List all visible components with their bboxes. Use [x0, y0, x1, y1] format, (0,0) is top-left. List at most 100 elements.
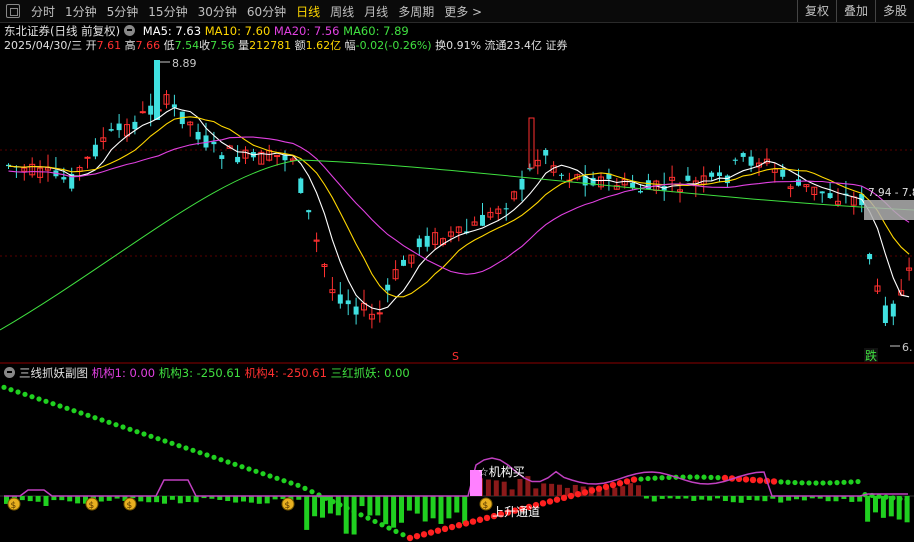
- sub-dot: [120, 424, 126, 430]
- sub-dot: [358, 512, 364, 518]
- candle-body: [717, 172, 722, 176]
- sub-dot: [197, 450, 203, 456]
- sub-bar: [628, 483, 634, 496]
- ma20-line: [8, 136, 910, 275]
- sub-dot: [260, 471, 266, 477]
- sub-dot: [652, 475, 658, 481]
- candle-body: [219, 155, 225, 159]
- sub-dot: [553, 496, 561, 503]
- candle-body: [211, 141, 217, 145]
- sub-bar: [754, 496, 760, 501]
- sub-bar: [248, 496, 254, 503]
- candle-body: [61, 177, 67, 180]
- sub-dot: [483, 514, 491, 522]
- moving-averages: [0, 107, 914, 331]
- sub-dot: [148, 433, 154, 439]
- candle-body: [148, 105, 154, 115]
- sub-dot: [560, 494, 568, 502]
- coin-icon-glyph: $: [89, 501, 95, 511]
- sub-dot: [581, 489, 589, 496]
- low-marker-label: 6.: [902, 341, 913, 354]
- sub-dot: [57, 403, 63, 409]
- sub-bar: [67, 496, 73, 502]
- sub-bar: [327, 496, 333, 514]
- candle-body: [528, 117, 535, 169]
- sub-bar: [825, 496, 831, 502]
- sub-dot: [434, 527, 442, 534]
- sub-bar: [406, 496, 412, 511]
- candle-body: [480, 214, 485, 226]
- sub-dot: [43, 398, 49, 404]
- sub-dot: [155, 436, 161, 442]
- sub-dot: [386, 525, 392, 531]
- candle-body: [116, 123, 122, 131]
- coin-icon-glyph: $: [285, 501, 291, 511]
- candles-group: [6, 60, 913, 329]
- signal-s: S: [452, 350, 459, 363]
- sub-bar: [533, 488, 539, 496]
- sub-dot: [1, 384, 7, 390]
- sub-dot: [337, 502, 343, 508]
- uptrend-label: 上升通道: [492, 505, 540, 519]
- sub-bar: [730, 496, 736, 503]
- sub-bar: [636, 485, 641, 496]
- sub-dot: [162, 438, 168, 444]
- sub-dot: [813, 480, 819, 486]
- sub-dot: [92, 415, 98, 421]
- sub-bar: [256, 496, 262, 504]
- sub-bar: [343, 496, 349, 534]
- sub-bar: [620, 486, 626, 496]
- candle-body: [337, 294, 343, 304]
- sub-bar: [438, 496, 444, 524]
- sub-bar: [241, 496, 246, 502]
- sub-bar: [162, 496, 167, 504]
- sub-dot: [183, 445, 189, 451]
- candle-body: [282, 155, 288, 161]
- sub-dot: [448, 523, 456, 531]
- sub-bar: [422, 496, 428, 522]
- coin-icon-glyph: $: [11, 501, 17, 511]
- sub-bar: [146, 496, 152, 503]
- candle-body: [132, 121, 138, 130]
- sub-bar: [430, 496, 436, 519]
- sub-bar: [557, 484, 562, 496]
- candle-body: [819, 191, 825, 194]
- magenta-line: [4, 457, 908, 497]
- sub-bar: [351, 496, 357, 535]
- sub-bar: [446, 496, 452, 519]
- sub-bar: [651, 496, 657, 502]
- sub-dot: [169, 440, 175, 446]
- candle-body: [796, 179, 801, 186]
- sub-bar: [193, 496, 199, 503]
- sub-dots: [1, 384, 910, 542]
- candle-body: [416, 238, 422, 248]
- sub-bar: [762, 496, 768, 502]
- high-marker-label: 8.89: [172, 57, 197, 70]
- sub-bar: [675, 496, 681, 499]
- sub-dot: [546, 498, 554, 505]
- sub-dot: [694, 474, 700, 480]
- sub-dot: [708, 474, 714, 480]
- sub-bar: [75, 496, 81, 504]
- sub-bar: [849, 496, 855, 502]
- candle-body: [84, 156, 91, 159]
- sub-bar: [383, 496, 389, 525]
- sub-dot: [890, 495, 896, 501]
- sub-dot: [883, 494, 889, 500]
- candle-body: [709, 172, 715, 177]
- candle-body: [195, 131, 201, 140]
- sub-dot: [15, 389, 21, 395]
- kline-chart[interactable]: 8.89 7.94 - 7.8 6. S 跌 ☆机构买 上升通道 $ $ $ $ $: [0, 0, 914, 542]
- candle-body: [890, 303, 896, 317]
- sub-dot: [176, 443, 182, 449]
- price-box: [864, 200, 914, 220]
- sub-dot: [799, 480, 805, 486]
- sub-bar: [517, 478, 523, 496]
- sub-dot: [834, 480, 840, 486]
- coin-icon-glyph: $: [127, 501, 133, 511]
- sub-dot: [372, 518, 378, 525]
- sub-bar: [414, 496, 420, 514]
- sub-bar: [722, 496, 728, 502]
- sub-bar: [367, 496, 373, 516]
- sub-dot: [204, 452, 210, 458]
